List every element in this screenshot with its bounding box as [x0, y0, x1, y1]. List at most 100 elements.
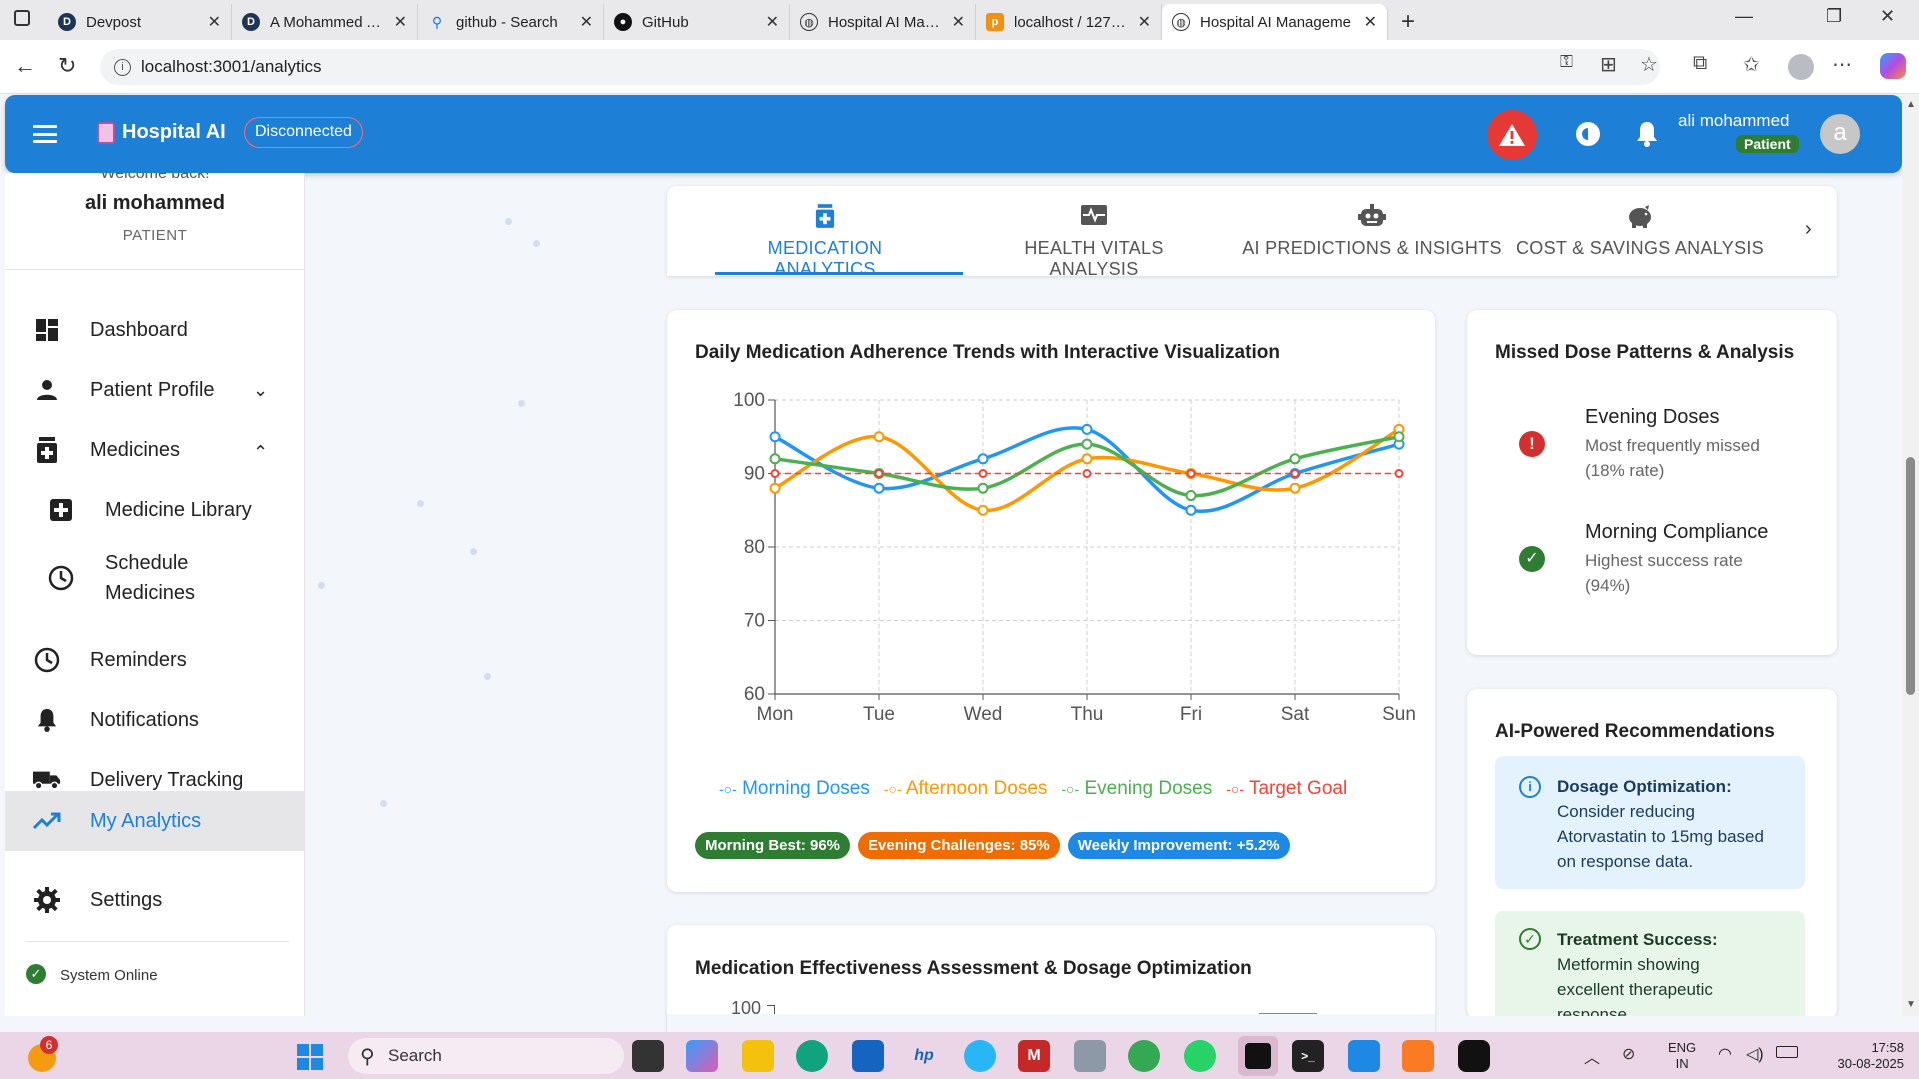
tab-ai-predictions[interactable]: AI PREDICTIONS & INSIGHTS [1241, 204, 1503, 259]
browser-tab[interactable]: D Devpost ✕ [48, 4, 232, 40]
copilot-icon[interactable] [1880, 53, 1906, 79]
user-avatar[interactable]: a [1820, 114, 1860, 154]
close-tab-icon[interactable]: ✕ [766, 12, 779, 32]
browser-tab[interactable]: ◍Hospital AI Manageme✕ [790, 4, 976, 40]
menu-icon[interactable] [33, 125, 57, 143]
sidebar-item-dashboard[interactable]: Dashboard [5, 310, 304, 350]
data-point [1289, 482, 1301, 494]
terminal-icon[interactable]: >_ [1292, 1040, 1324, 1072]
theme-toggle-icon[interactable] [1575, 121, 1601, 147]
sidebar-item-notifications[interactable]: Notifications [5, 700, 304, 740]
missed-item-morning: Morning Compliance Highest success rate … [1585, 521, 1769, 595]
weather-app-icon[interactable] [964, 1040, 996, 1072]
close-tab-icon[interactable]: ✕ [394, 12, 407, 32]
y-tick-label: 60 [744, 684, 765, 705]
sidebar-item-medicine-library[interactable]: Medicine Library [5, 490, 304, 530]
sidebar-item-my-analytics[interactable]: My Analytics [5, 791, 304, 851]
network-off-icon[interactable]: ⊘ [1622, 1044, 1635, 1064]
chevron-down-icon[interactable]: ⌄ [253, 380, 268, 401]
close-window-button[interactable]: ✕ [1880, 6, 1895, 27]
volume-icon[interactable]: ◁) [1746, 1044, 1764, 1064]
scroll-down-icon[interactable]: ▼ [1906, 999, 1916, 1010]
minimize-button[interactable]: — [1735, 6, 1753, 27]
data-point [1289, 453, 1301, 465]
url-input[interactable]: i localhost:3001/analytics [100, 49, 1660, 85]
info-icon[interactable]: i [114, 58, 131, 76]
browser-tab[interactable]: ⚲ github - Search ✕ [418, 4, 604, 40]
wifi-icon[interactable]: ◠ [1718, 1044, 1732, 1064]
store-icon[interactable] [852, 1040, 884, 1072]
chevron-up-icon[interactable]: ⌄ [253, 440, 268, 461]
profile-avatar[interactable] [1788, 54, 1814, 80]
tab-medication-analytics[interactable]: MEDICATION ANALYTICS [719, 204, 931, 280]
task-view-icon[interactable] [632, 1040, 664, 1072]
chevron-up-icon[interactable]: ︿ [1584, 1044, 1600, 1068]
browser-tab[interactable]: ● GitHub ✕ [604, 4, 790, 40]
browser-tab-active[interactable]: ◍ Hospital AI Manageme ✕ [1162, 4, 1388, 40]
restore-button[interactable]: ❐ [1826, 6, 1842, 27]
tab-cost-savings[interactable]: COST & SAVINGS ANALYSIS [1515, 204, 1765, 259]
notifications-bell-icon[interactable] [1635, 120, 1659, 148]
sidebar-item-settings[interactable]: Settings [5, 880, 304, 920]
legend-item-target[interactable]: -○- Target Goal [1226, 778, 1347, 800]
globe-icon: ◍ [1172, 13, 1190, 31]
missed-item-evening: Evening Doses Most frequently missed (18… [1585, 406, 1760, 480]
y-tick-label: 100 [733, 390, 765, 411]
close-tab-icon[interactable]: ✕ [1138, 12, 1151, 32]
scrollbar-thumb[interactable] [1906, 457, 1915, 695]
vscode-icon[interactable] [1348, 1040, 1380, 1072]
browser-tab[interactable]: DA Mohammed Ali's (an✕ [232, 4, 418, 40]
workspaces-icon[interactable] [14, 10, 30, 26]
close-tab-icon[interactable]: ✕ [580, 12, 593, 32]
legend-item-morning[interactable]: -○- Morning Doses [719, 778, 870, 800]
close-tab-icon[interactable]: ✕ [1364, 12, 1377, 32]
chrome-icon[interactable] [1128, 1040, 1160, 1072]
close-tab-icon[interactable]: ✕ [208, 12, 221, 32]
legend-item-afternoon[interactable]: -○- Afternoon Doses [884, 778, 1048, 800]
photos-icon[interactable] [1074, 1040, 1106, 1072]
check-circle-icon: ✓ [1519, 546, 1545, 572]
robot-icon [1241, 204, 1503, 230]
back-button[interactable]: ← [14, 53, 36, 79]
emergency-alert-button[interactable] [1487, 110, 1537, 160]
taskbar-search[interactable]: ⚲ Search [348, 1038, 624, 1074]
scroll-up-icon[interactable]: ▲ [1906, 99, 1916, 110]
sidebar-item-schedule-medicines[interactable]: Schedule Medicines [5, 541, 304, 615]
copilot-app-icon[interactable] [686, 1040, 718, 1072]
browser-tab[interactable]: plocalhost / 127.0.0.1 | p✕ [976, 4, 1162, 40]
adherence-line-chart[interactable]: 60 70 80 90 100 Mon Tue Wed Thu Fri Sat Sun [667, 370, 1435, 790]
page-scrollbar[interactable]: ▲ ▼ [1902, 95, 1919, 1016]
edge-icon[interactable] [796, 1040, 828, 1072]
close-tab-icon[interactable]: ✕ [952, 12, 965, 32]
globe-icon: ◍ [800, 13, 818, 31]
extensions-icon[interactable]: ⧉ [1693, 52, 1707, 75]
start-button[interactable] [297, 1044, 323, 1070]
legend-item-evening[interactable]: -○- Evening Doses [1061, 778, 1212, 800]
hp-icon[interactable]: hp [908, 1040, 940, 1072]
refresh-button[interactable]: ↻ [58, 53, 76, 79]
sidebar-item-reminders[interactable]: Reminders [5, 640, 304, 680]
brand-name[interactable]: Hospital AI [122, 121, 226, 144]
key-icon[interactable]: ⚿ [1560, 52, 1573, 72]
xampp-icon[interactable] [1402, 1040, 1434, 1072]
app-available-icon[interactable]: ⊞ [1600, 52, 1617, 77]
clock[interactable]: 17:58 30-08-2025 [1818, 1040, 1905, 1072]
favorites-icon[interactable]: ✩ [1743, 52, 1760, 77]
sidebar-item-medicines[interactable]: Medicines ⌄ [5, 430, 304, 470]
battery-icon[interactable] [1776, 1046, 1798, 1058]
tab-health-vitals-analysis[interactable]: HEALTH VITALS ANALYSIS [979, 204, 1209, 280]
truck-icon [33, 766, 61, 794]
file-explorer-icon[interactable] [742, 1040, 774, 1072]
favorite-icon[interactable]: ☆ [1640, 52, 1658, 77]
data-point [977, 453, 989, 465]
scroll-tabs-right-icon[interactable]: › [1805, 218, 1812, 241]
more-options-icon[interactable]: ⋯ [1832, 52, 1852, 77]
sidebar-item-patient-profile[interactable]: Patient Profile ⌄ [5, 370, 304, 410]
mcafee-icon[interactable]: M [1018, 1040, 1050, 1072]
app-active-icon[interactable] [1238, 1036, 1278, 1076]
chip-row: Morning Best: 96% Evening Challenges: 85… [695, 832, 1298, 859]
whatsapp-icon[interactable] [1184, 1040, 1216, 1072]
app-icon[interactable] [1458, 1040, 1490, 1072]
new-tab-button[interactable]: + [1388, 4, 1428, 40]
language-indicator[interactable]: ENG IN [1668, 1040, 1696, 1072]
